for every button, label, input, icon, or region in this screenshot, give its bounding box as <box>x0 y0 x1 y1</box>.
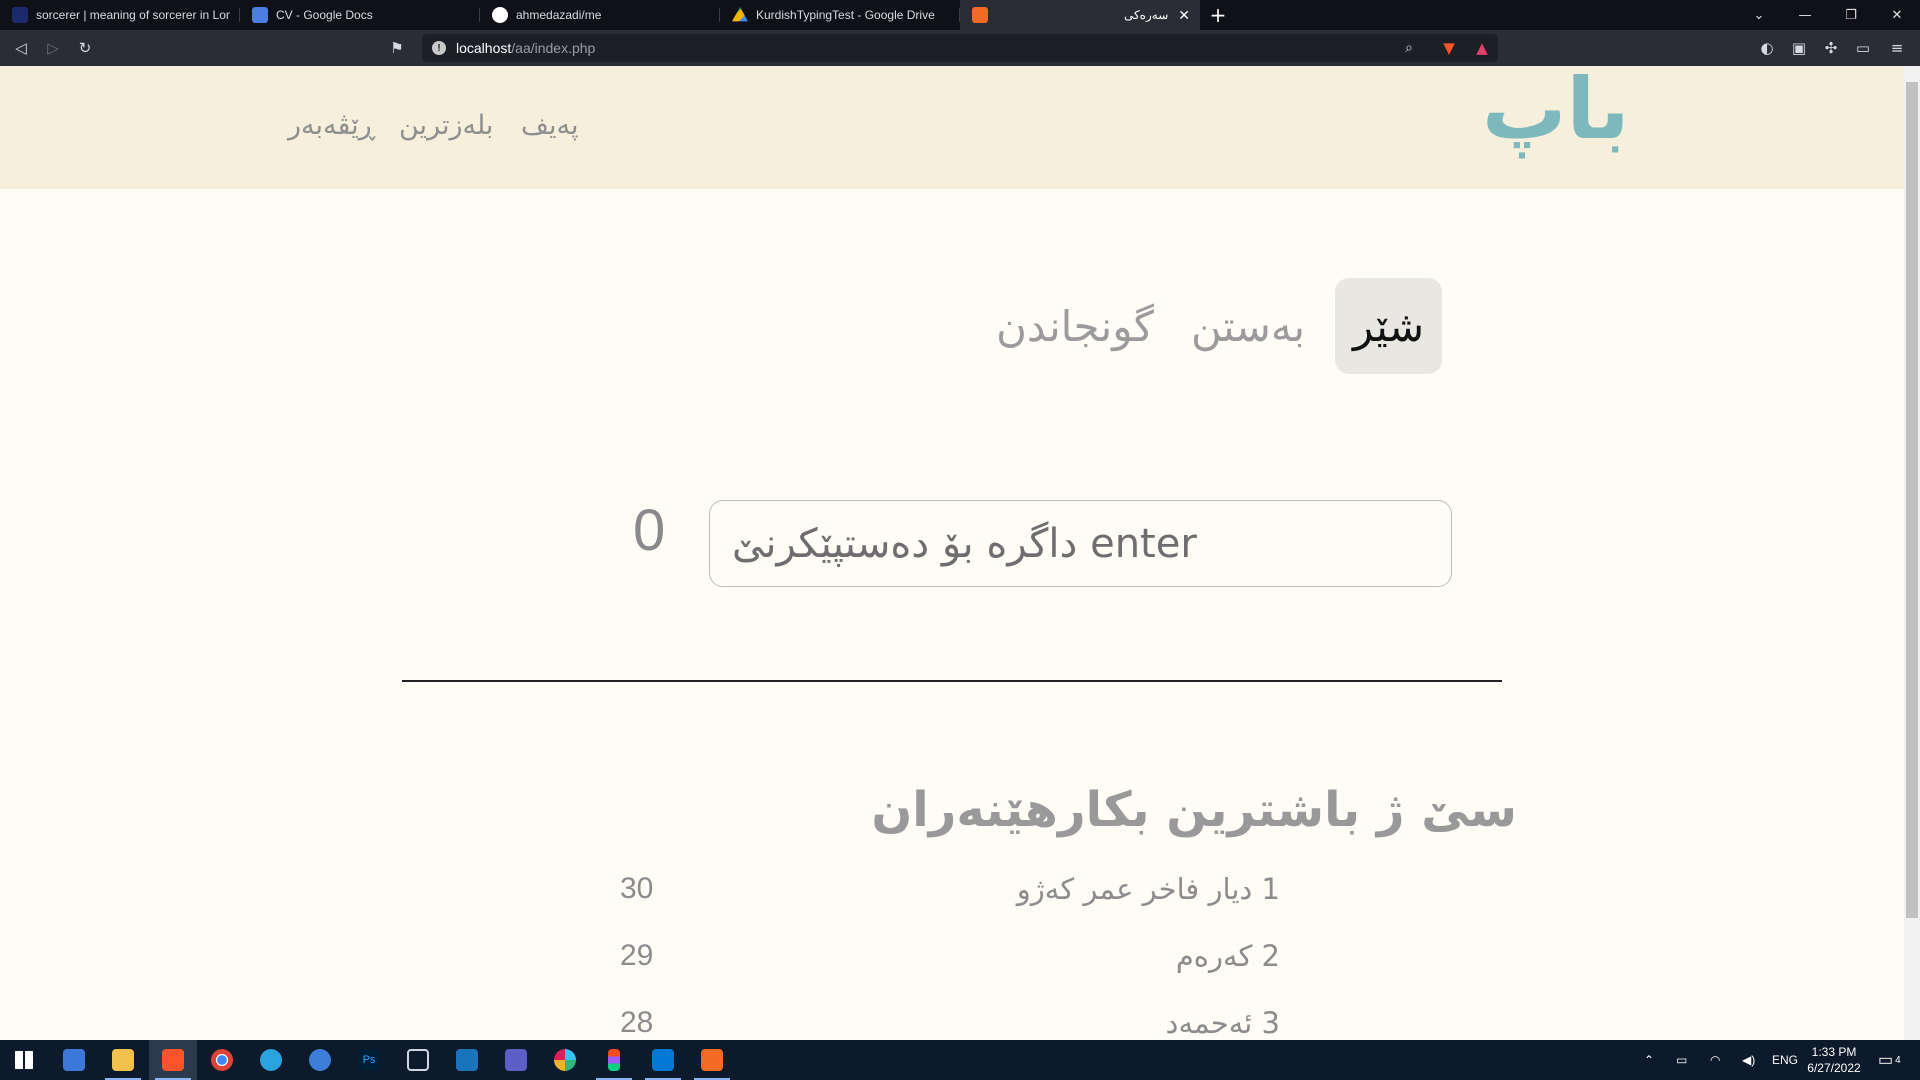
clock[interactable]: 1:33 PM 6/27/2022 <box>1796 1044 1872 1076</box>
chrome-icon[interactable] <box>198 1040 246 1080</box>
notification-count: 4 <box>1895 1054 1901 1066</box>
slack-icon[interactable] <box>541 1040 589 1080</box>
mode-tab-1[interactable]: شێر <box>1335 278 1442 374</box>
extensions-icon[interactable]: ✣ <box>1816 30 1846 66</box>
url-path: /aa/index.php <box>511 40 596 56</box>
wifi-icon[interactable]: ◠ <box>1710 1040 1720 1080</box>
sidebar-icon[interactable]: ▣ <box>1784 30 1814 66</box>
leaderboard-title: سێ ژ باشترین بکارهێنەران <box>871 782 1517 838</box>
google-docs-icon <box>252 7 268 23</box>
brave-browser-icon[interactable] <box>149 1040 197 1080</box>
tab-search-chevron-icon[interactable]: ⌄ <box>1736 0 1782 30</box>
telegram-icon[interactable] <box>247 1040 295 1080</box>
nav-item-admin[interactable]: ڕێڤەبەر <box>288 110 375 141</box>
teams-icon[interactable] <box>492 1040 540 1080</box>
chevron-up-icon[interactable]: ⌃ <box>1644 1040 1654 1080</box>
figma-icon[interactable] <box>590 1040 638 1080</box>
bookmark-icon[interactable]: ⚑ <box>382 30 412 66</box>
xampp-icon[interactable] <box>688 1040 736 1080</box>
brave-rewards-icon[interactable]: ▲ <box>1467 30 1497 66</box>
scrollbar-thumb[interactable] <box>1906 82 1918 918</box>
tab-google-docs[interactable]: CV - Google Docs <box>240 0 480 30</box>
url-host: localhost <box>456 40 512 56</box>
close-window-button[interactable]: ✕ <box>1874 0 1920 30</box>
menu-icon[interactable]: ≡ <box>1882 30 1912 66</box>
site-logo[interactable]: باپ <box>1482 66 1633 158</box>
language-indicator[interactable]: ENG <box>1772 1040 1798 1080</box>
google-drive-icon <box>732 7 748 22</box>
leaderboard-score: 29 <box>620 939 654 972</box>
tab-longman[interactable]: sorcerer | meaning of sorcerer in Long <box>0 0 240 30</box>
leaderboard-score: 30 <box>620 872 654 905</box>
back-icon[interactable]: ◁ <box>6 30 36 66</box>
notifications-icon[interactable]: ▭ 4 <box>1878 1040 1901 1080</box>
tab-google-drive[interactable]: KurdishTypingTest - Google Drive <box>720 0 960 30</box>
close-icon[interactable]: ✕ <box>1178 7 1190 24</box>
leaderboard-row: 3 ئەحمەد 28 <box>0 1006 1904 1040</box>
github-icon <box>492 7 508 23</box>
store-icon[interactable] <box>50 1040 98 1080</box>
reload-icon[interactable]: ↻ <box>70 30 100 66</box>
leaderboard-row: 1 دیار فاخر عمر کەژو 30 <box>0 872 1904 912</box>
new-tab-button[interactable]: + <box>1204 1 1232 29</box>
browser-tab-bar: sorcerer | meaning of sorcerer in Long C… <box>0 0 1920 30</box>
leaderboard-name: 2 کەرەم <box>1175 939 1280 973</box>
clock-time: 1:33 PM <box>1811 1045 1857 1059</box>
tab-label: سەرەکی <box>1123 8 1169 22</box>
browser-toolbar: ◁ ▷ ↻ ⚑ ! localhost/aa/index.php ⌕ ▼ ▲ ◐… <box>0 30 1920 66</box>
vscode-icon[interactable] <box>639 1040 687 1080</box>
photoshop-icon[interactable]: Ps <box>345 1040 393 1080</box>
volume-icon[interactable]: ◀) <box>1742 1040 1755 1080</box>
typing-input[interactable]: enter داگرە بۆ دەستپێکرنێ <box>709 500 1452 587</box>
css3-icon[interactable] <box>443 1040 491 1080</box>
tab-label: CV - Google Docs <box>276 8 373 22</box>
leaderboard-row: 2 کەرەم 29 <box>0 939 1904 979</box>
forward-icon[interactable]: ▷ <box>38 30 68 66</box>
zoom-icon[interactable]: ⌕ <box>1394 30 1424 66</box>
tab-github[interactable]: ahmedazadi/me <box>480 0 720 30</box>
wallet-icon[interactable]: ▭ <box>1848 30 1878 66</box>
file-explorer-icon[interactable] <box>99 1040 147 1080</box>
minimize-button[interactable]: — <box>1782 0 1828 30</box>
site-info-icon[interactable]: ! <box>432 41 446 55</box>
nav-item-fastest[interactable]: بلەزترین <box>399 110 493 141</box>
nav-item-words[interactable]: پەیف <box>521 110 578 141</box>
longman-icon <box>12 7 28 23</box>
score-counter: 0 <box>633 498 666 563</box>
battery-icon[interactable]: ▭ <box>1676 1040 1687 1080</box>
mode-tab-2[interactable]: بەستن <box>1182 278 1314 374</box>
clock-date: 6/27/2022 <box>1807 1061 1861 1075</box>
windows-start-icon[interactable] <box>0 1040 48 1080</box>
vpn-icon[interactable]: ◐ <box>1752 30 1782 66</box>
virtualbox-icon[interactable] <box>394 1040 442 1080</box>
windows-taskbar: Ps ⌃ ▭ ◠ ◀) ENG 1:33 PM 6/27/2022 ▭ 4 <box>0 1040 1920 1080</box>
divider <box>402 680 1502 682</box>
tab-label: sorcerer | meaning of sorcerer in Long <box>36 8 230 22</box>
leaderboard-name: 3 ئەحمەد <box>1165 1006 1280 1040</box>
leaderboard-name: 1 دیار فاخر عمر کەژو <box>1016 872 1280 906</box>
tab-label: ahmedazadi/me <box>516 8 602 22</box>
leaderboard-score: 28 <box>620 1006 654 1039</box>
restore-button[interactable]: ❐ <box>1828 0 1874 30</box>
app-icon[interactable] <box>296 1040 344 1080</box>
tab-label: KurdishTypingTest - Google Drive <box>756 8 935 22</box>
mode-tab-3[interactable]: گونجاندن <box>990 278 1160 374</box>
address-bar[interactable]: ! localhost/aa/index.php <box>422 34 1498 62</box>
brave-shields-icon[interactable]: ▼ <box>1434 30 1464 66</box>
tab-home[interactable]: سەرەکی ✕ <box>960 0 1200 30</box>
xampp-icon <box>972 7 988 23</box>
site-header: باپ پەیف بلەزترین ڕێڤەبەر <box>0 66 1904 189</box>
